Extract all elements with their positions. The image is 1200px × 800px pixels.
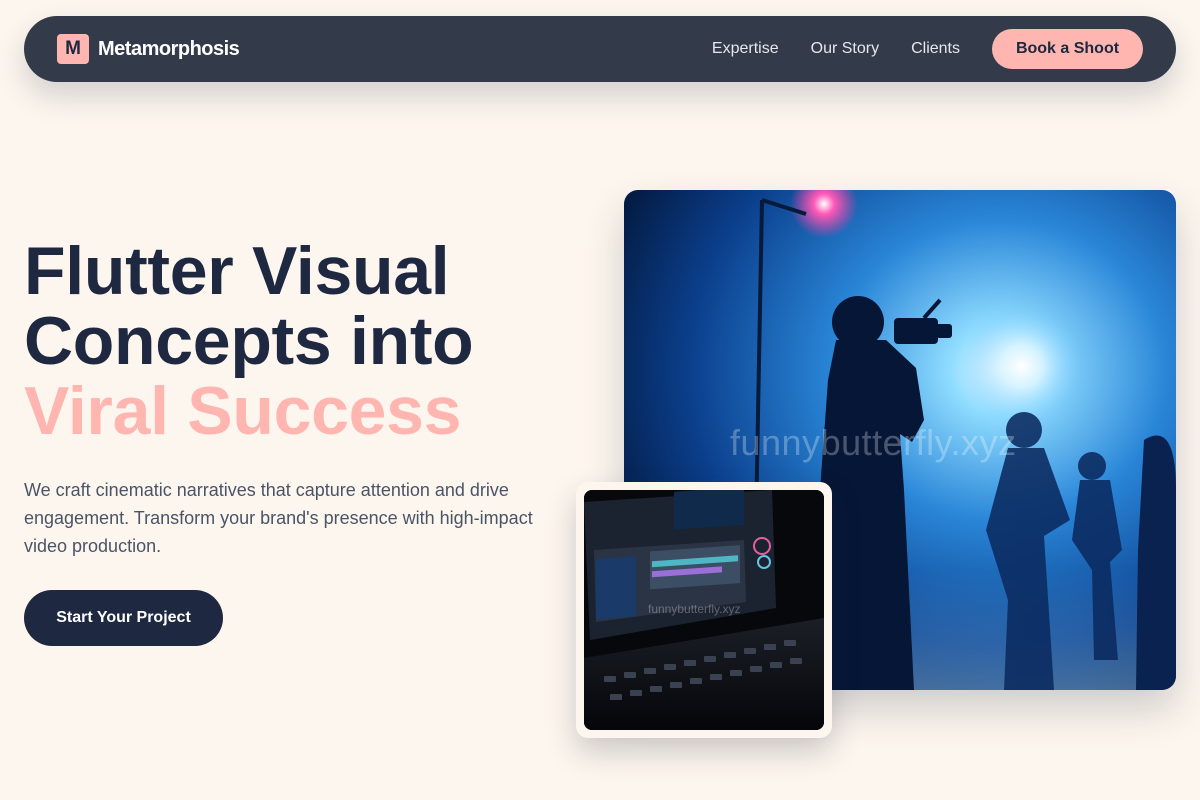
nav-link-our-story[interactable]: Our Story — [811, 40, 879, 58]
hero-title: Flutter Visual Concepts into Viral Succe… — [24, 236, 584, 446]
hero-description: We craft cinematic narratives that captu… — [24, 480, 533, 556]
page: M Metamorphosis Expertise Our Story Clie… — [0, 0, 1200, 800]
hero-title-line-1: Flutter Visual — [24, 233, 450, 309]
main-image-watermark: funnybutterfly.xyz — [730, 422, 1017, 463]
brand-name: Metamorphosis — [98, 37, 240, 60]
secondary-image-frame: funnybutterfly.xyz — [576, 482, 832, 738]
brand[interactable]: M Metamorphosis — [57, 34, 240, 64]
video-editing-photo: funnybutterfly.xyz — [584, 490, 824, 730]
secondary-image-watermark: funnybutterfly.xyz — [648, 602, 741, 616]
hero-title-line-2: Concepts into — [24, 303, 474, 379]
logo-icon: M — [57, 34, 89, 64]
book-a-shoot-button[interactable]: Book a Shoot — [992, 29, 1143, 69]
nav-link-expertise[interactable]: Expertise — [712, 40, 779, 58]
hero-title-accent: Viral Success — [24, 373, 462, 449]
start-your-project-button[interactable]: Start Your Project — [24, 590, 223, 646]
nav-link-clients[interactable]: Clients — [911, 40, 960, 58]
nav-links: Expertise Our Story Clients Book a Shoot — [712, 29, 1143, 69]
top-nav: M Metamorphosis Expertise Our Story Clie… — [24, 16, 1176, 82]
